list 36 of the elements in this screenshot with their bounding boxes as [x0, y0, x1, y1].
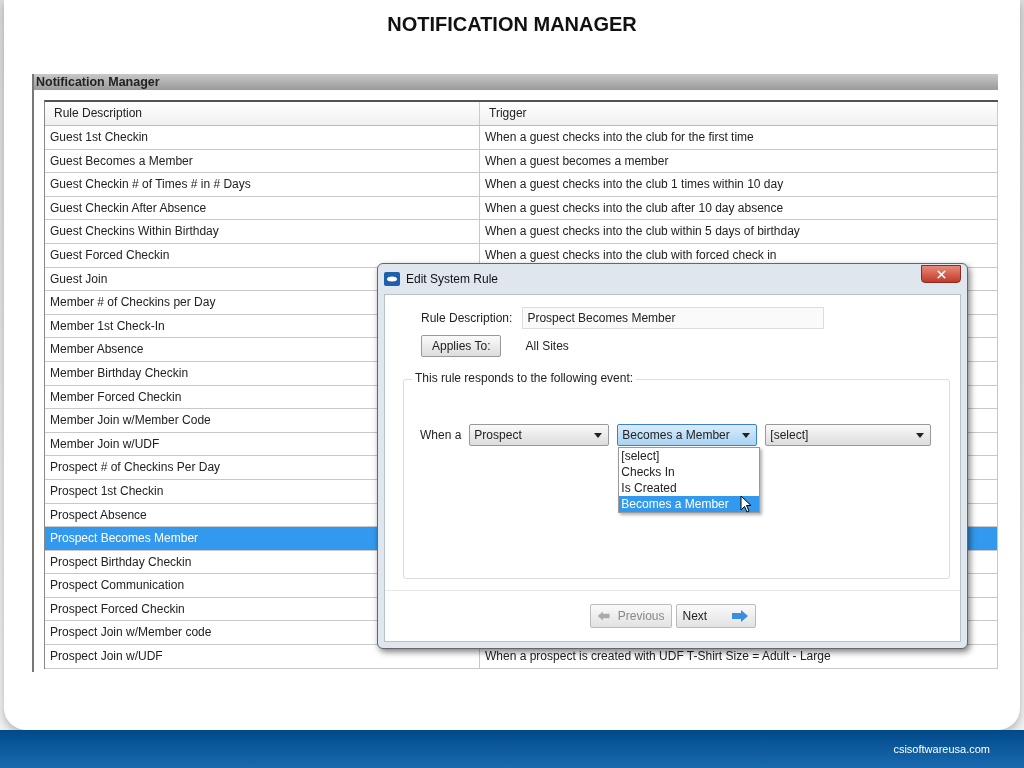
applies-to-button[interactable]: Applies To:: [421, 335, 502, 357]
close-button[interactable]: [921, 265, 961, 283]
table-row[interactable]: Prospect Join w/UDF When a prospect is created with UDF T-Shirt Size = Adult - Large: [45, 645, 998, 669]
rule-description-field[interactable]: Prospect Becomes Member: [522, 307, 825, 329]
group-legend: This rule responds to the following event:: [412, 371, 637, 385]
table-cell: When a guest checks into the club 1 times within 10 day: [480, 173, 998, 196]
column-header[interactable]: Rule Description: [45, 102, 480, 125]
table-row[interactable]: Guest Checkins Within Birthday When a guest checks into the club within 5 days of birthday: [45, 220, 998, 244]
dropdown-option[interactable]: Is Created: [619, 480, 760, 496]
next-button[interactable]: Next: [675, 604, 756, 628]
table-cell: Guest Checkin # of Times # in # Days: [45, 173, 480, 196]
table-row[interactable]: Guest 1st Checkin When a guest checks into the club for the first time: [45, 126, 998, 150]
table-row[interactable]: Guest Becomes a Member When a guest becomes a member: [45, 149, 998, 174]
table-cell: Guest Checkin After Absence: [45, 196, 480, 220]
applies-to-value: All Sites: [525, 339, 569, 353]
table-cell: Guest Becomes a Member: [45, 149, 480, 173]
dropdown-select[interactable]: [select]: [765, 424, 932, 446]
table-row[interactable]: Guest Checkin After Absence When a guest checks into the club after 10 day absence: [45, 196, 998, 221]
footer-url: csisoftwareusa.com: [893, 743, 990, 755]
table-cell: Guest Checkins Within Birthday: [45, 220, 480, 243]
dropdown-option[interactable]: [select]: [619, 448, 760, 464]
table-cell: When a guest checks into the club for the first time: [480, 126, 998, 149]
table-cell: When a guest checks into the club after 10 day absence: [480, 196, 998, 220]
slide-title: NOTIFICATION MANAGER: [387, 13, 637, 36]
app-icon: [384, 272, 400, 286]
table-cell: When a guest becomes a member: [480, 149, 998, 173]
table-row[interactable]: Guest Checkin # of Times # in # Days When a guest checks into the club 1 times within 10 day: [45, 173, 998, 197]
left-arrow-icon: [596, 609, 610, 623]
table-cell: Guest 1st Checkin: [45, 126, 480, 149]
close-icon: [934, 267, 948, 281]
column-header[interactable]: Trigger: [480, 102, 998, 125]
panel-title: Notification Manager: [34, 74, 998, 90]
right-arrow-icon: [730, 609, 749, 623]
dropdown-select[interactable]: Prospect: [469, 424, 610, 446]
dropdown-option[interactable]: Checks In: [619, 464, 760, 480]
table-cell: When a guest checks into the club within 5 days of birthday: [480, 220, 998, 243]
